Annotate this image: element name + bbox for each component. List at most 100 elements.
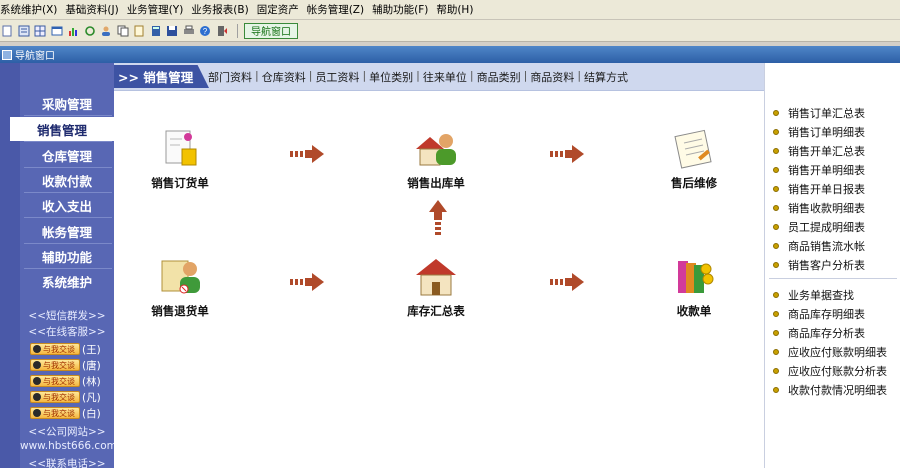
report-link[interactable]: 销售开单明细表 (773, 160, 865, 179)
qq-chat-button[interactable]: 与我交谈 (30, 375, 80, 387)
sales-order-node[interactable]: 销售订货单 (132, 127, 228, 191)
save-icon[interactable] (165, 24, 179, 38)
report-link[interactable]: 销售订单汇总表 (773, 103, 865, 122)
link-products[interactable]: 商品资料 (530, 69, 574, 85)
sidebar-item-warehouse[interactable]: 仓库管理 (20, 143, 114, 167)
after-sale-icon (672, 127, 716, 171)
new-icon[interactable] (0, 24, 14, 38)
online-service-link[interactable]: <<在线客服>> (20, 324, 114, 339)
link-warehouses[interactable]: 仓库资料 (262, 69, 306, 85)
copy-icon[interactable] (116, 24, 130, 38)
arrow-right-icon (290, 145, 324, 163)
bullet-icon (773, 291, 779, 298)
bullet-icon (773, 109, 779, 116)
inventory-summary-node[interactable]: 库存汇总表 (388, 255, 484, 319)
users-icon[interactable] (99, 24, 113, 38)
menu-business[interactable]: 业务管理(Y) (127, 2, 184, 17)
link-unit-categories[interactable]: 单位类别 (369, 69, 413, 85)
receipt-node[interactable]: 收款单 (646, 255, 742, 319)
sidebar-divider (24, 217, 112, 218)
qq-chat-button[interactable]: 与我交谈 (30, 343, 80, 355)
link-employees[interactable]: 员工资料 (315, 69, 359, 85)
contact-phone-label: <<联系电话>> (28, 458, 106, 468)
menu-accounts[interactable]: 帐务管理(Z) (307, 2, 364, 17)
sales-order-icon (158, 127, 202, 171)
print-icon[interactable] (182, 24, 196, 38)
report-link[interactable]: 销售开单日报表 (773, 179, 865, 198)
sidebar-item-aux[interactable]: 辅助功能 (20, 244, 114, 268)
sidebar-item-purchase[interactable]: 采购管理 (20, 91, 114, 115)
bullet-icon (773, 242, 779, 249)
menu-reports[interactable]: 业务报表(B) (191, 2, 248, 17)
menu-help[interactable]: 帮助(H) (436, 2, 473, 17)
link-product-categories[interactable]: 商品类别 (477, 69, 521, 85)
menu-system[interactable]: 系统维护(X) (0, 2, 57, 17)
qq-contact[interactable]: 与我交谈 (王) (30, 342, 101, 356)
link-departments[interactable]: 部门资料 (208, 69, 252, 85)
sales-outbound-node[interactable]: 销售出库单 (388, 127, 484, 191)
report-link[interactable]: 员工提成明细表 (773, 217, 865, 236)
window-icon[interactable] (50, 24, 64, 38)
grid-icon[interactable] (33, 24, 47, 38)
sidebar-item-system[interactable]: 系统维护 (20, 269, 114, 293)
report-link[interactable]: 应收应付账款明细表 (773, 342, 887, 361)
report-link[interactable]: 商品库存明细表 (773, 304, 887, 323)
sidebar-item-income[interactable]: 收入支出 (20, 193, 114, 217)
qq-contact[interactable]: 与我交谈 (唐) (30, 358, 101, 372)
qq-chat-button[interactable]: 与我交谈 (30, 407, 80, 419)
arrow-right-icon (550, 145, 584, 163)
link-settlement[interactable]: 结算方式 (584, 69, 628, 85)
main-panel: >> 销售管理 部门资料 | 仓库资料 | 员工资料 | 单位类别 | 往来单位 | 商品… (114, 63, 764, 468)
sales-outbound-icon (414, 127, 458, 171)
bullet-icon (773, 329, 779, 336)
calculator-icon[interactable] (149, 24, 163, 38)
module-header: >> 销售管理 部门资料 | 仓库资料 | 员工资料 | 单位类别 | 往来单位 | 商品… (114, 63, 764, 91)
menu-aux[interactable]: 辅助功能(F) (372, 2, 428, 17)
report-link[interactable]: 销售收款明细表 (773, 198, 865, 217)
sidebar-item-accounts[interactable]: 帐务管理 (20, 219, 114, 243)
report-link[interactable]: 应收应付账款分析表 (773, 361, 887, 380)
doc-icon[interactable] (132, 24, 146, 38)
bullet-icon (773, 147, 779, 154)
qq-contact[interactable]: 与我交谈 (林) (30, 374, 101, 388)
report-link[interactable]: 销售客户分析表 (773, 255, 865, 274)
svg-text:?: ? (203, 27, 208, 36)
qq-contact[interactable]: 与我交谈 (白) (30, 406, 101, 420)
sales-order-label: 销售订货单 (151, 176, 209, 190)
report-link[interactable]: 销售订单明细表 (773, 122, 865, 141)
menu-fixed-assets[interactable]: 固定资产 (257, 2, 299, 17)
report-link[interactable]: 销售开单汇总表 (773, 141, 865, 160)
report-link[interactable]: 商品库存分析表 (773, 323, 887, 342)
qq-contact-name: (唐) (82, 359, 101, 372)
qq-contact[interactable]: 与我交谈 (凡) (30, 390, 101, 404)
sms-link[interactable]: <<短信群发>> (20, 308, 114, 323)
report-link[interactable]: 商品销售流水帐 (773, 236, 865, 255)
link-partners[interactable]: 往来单位 (423, 69, 467, 85)
menu-basic-data[interactable]: 基础资料(J) (65, 2, 118, 17)
qq-icon (33, 361, 41, 369)
sales-return-node[interactable]: 销售退货单 (132, 255, 228, 319)
sidebar-item-sales[interactable]: 销售管理 (10, 117, 114, 141)
company-website-link[interactable]: www.hbst666.com (20, 440, 117, 452)
report-link[interactable]: 收款付款情况明细表 (773, 380, 887, 399)
nav-window-button[interactable]: 导航窗口 (244, 22, 298, 39)
qq-icon (33, 377, 41, 385)
qq-chat-button[interactable]: 与我交谈 (30, 359, 80, 371)
after-sale-node[interactable]: 售后维修 (646, 127, 742, 191)
bullet-icon (773, 223, 779, 230)
sales-outbound-label: 销售出库单 (407, 176, 465, 190)
report-link[interactable]: 业务单据查找 (773, 285, 887, 304)
bullet-icon (773, 310, 779, 317)
company-site-label: <<公司网站>> (28, 426, 106, 438)
exit-icon[interactable] (215, 24, 229, 38)
toolbar: ? 导航窗口 (0, 20, 900, 42)
help-icon[interactable]: ? (198, 24, 212, 38)
sales-return-label: 销售退货单 (151, 304, 209, 318)
arrow-right-icon (550, 273, 584, 291)
chart-icon[interactable] (66, 24, 80, 38)
qq-chat-button[interactable]: 与我交谈 (30, 391, 80, 403)
quick-links: 部门资料 | 仓库资料 | 员工资料 | 单位类别 | 往来单位 | 商品类别 | 商品资料… (208, 69, 629, 85)
sidebar-item-payments[interactable]: 收款付款 (20, 168, 114, 192)
refresh-icon[interactable] (83, 24, 97, 38)
list-icon[interactable] (17, 24, 31, 38)
